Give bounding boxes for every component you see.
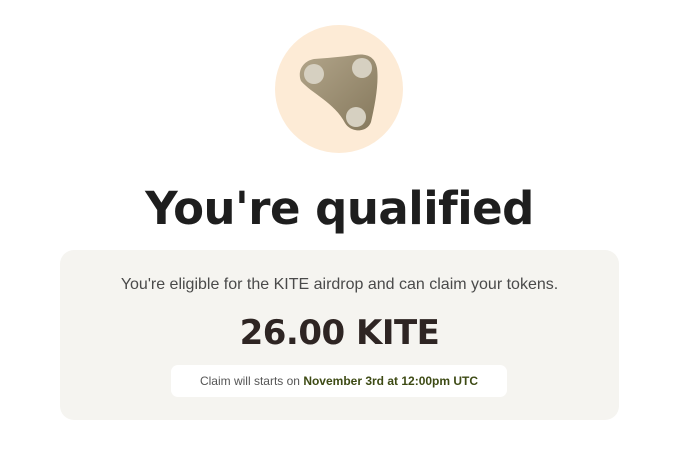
claim-date-notice: Claim will starts on November 3rd at 12:… bbox=[171, 365, 507, 397]
page-title: You're qualified bbox=[145, 182, 534, 235]
eligibility-card: You're eligible for the KITE airdrop and… bbox=[60, 250, 619, 420]
claim-prefix-text: Claim will starts on bbox=[199, 374, 300, 388]
kite-logo-icon bbox=[299, 54, 378, 131]
kite-logo-badge bbox=[275, 25, 403, 153]
kite-dot-left bbox=[304, 64, 324, 84]
kite-dot-bottom bbox=[346, 107, 366, 127]
eligibility-description: You're eligible for the KITE airdrop and… bbox=[120, 276, 559, 293]
claim-date-text: November 3rd at 12:00pm UTC bbox=[303, 374, 479, 388]
kite-dot-right bbox=[352, 58, 372, 78]
token-amount: 26.00 KITE bbox=[239, 313, 440, 353]
